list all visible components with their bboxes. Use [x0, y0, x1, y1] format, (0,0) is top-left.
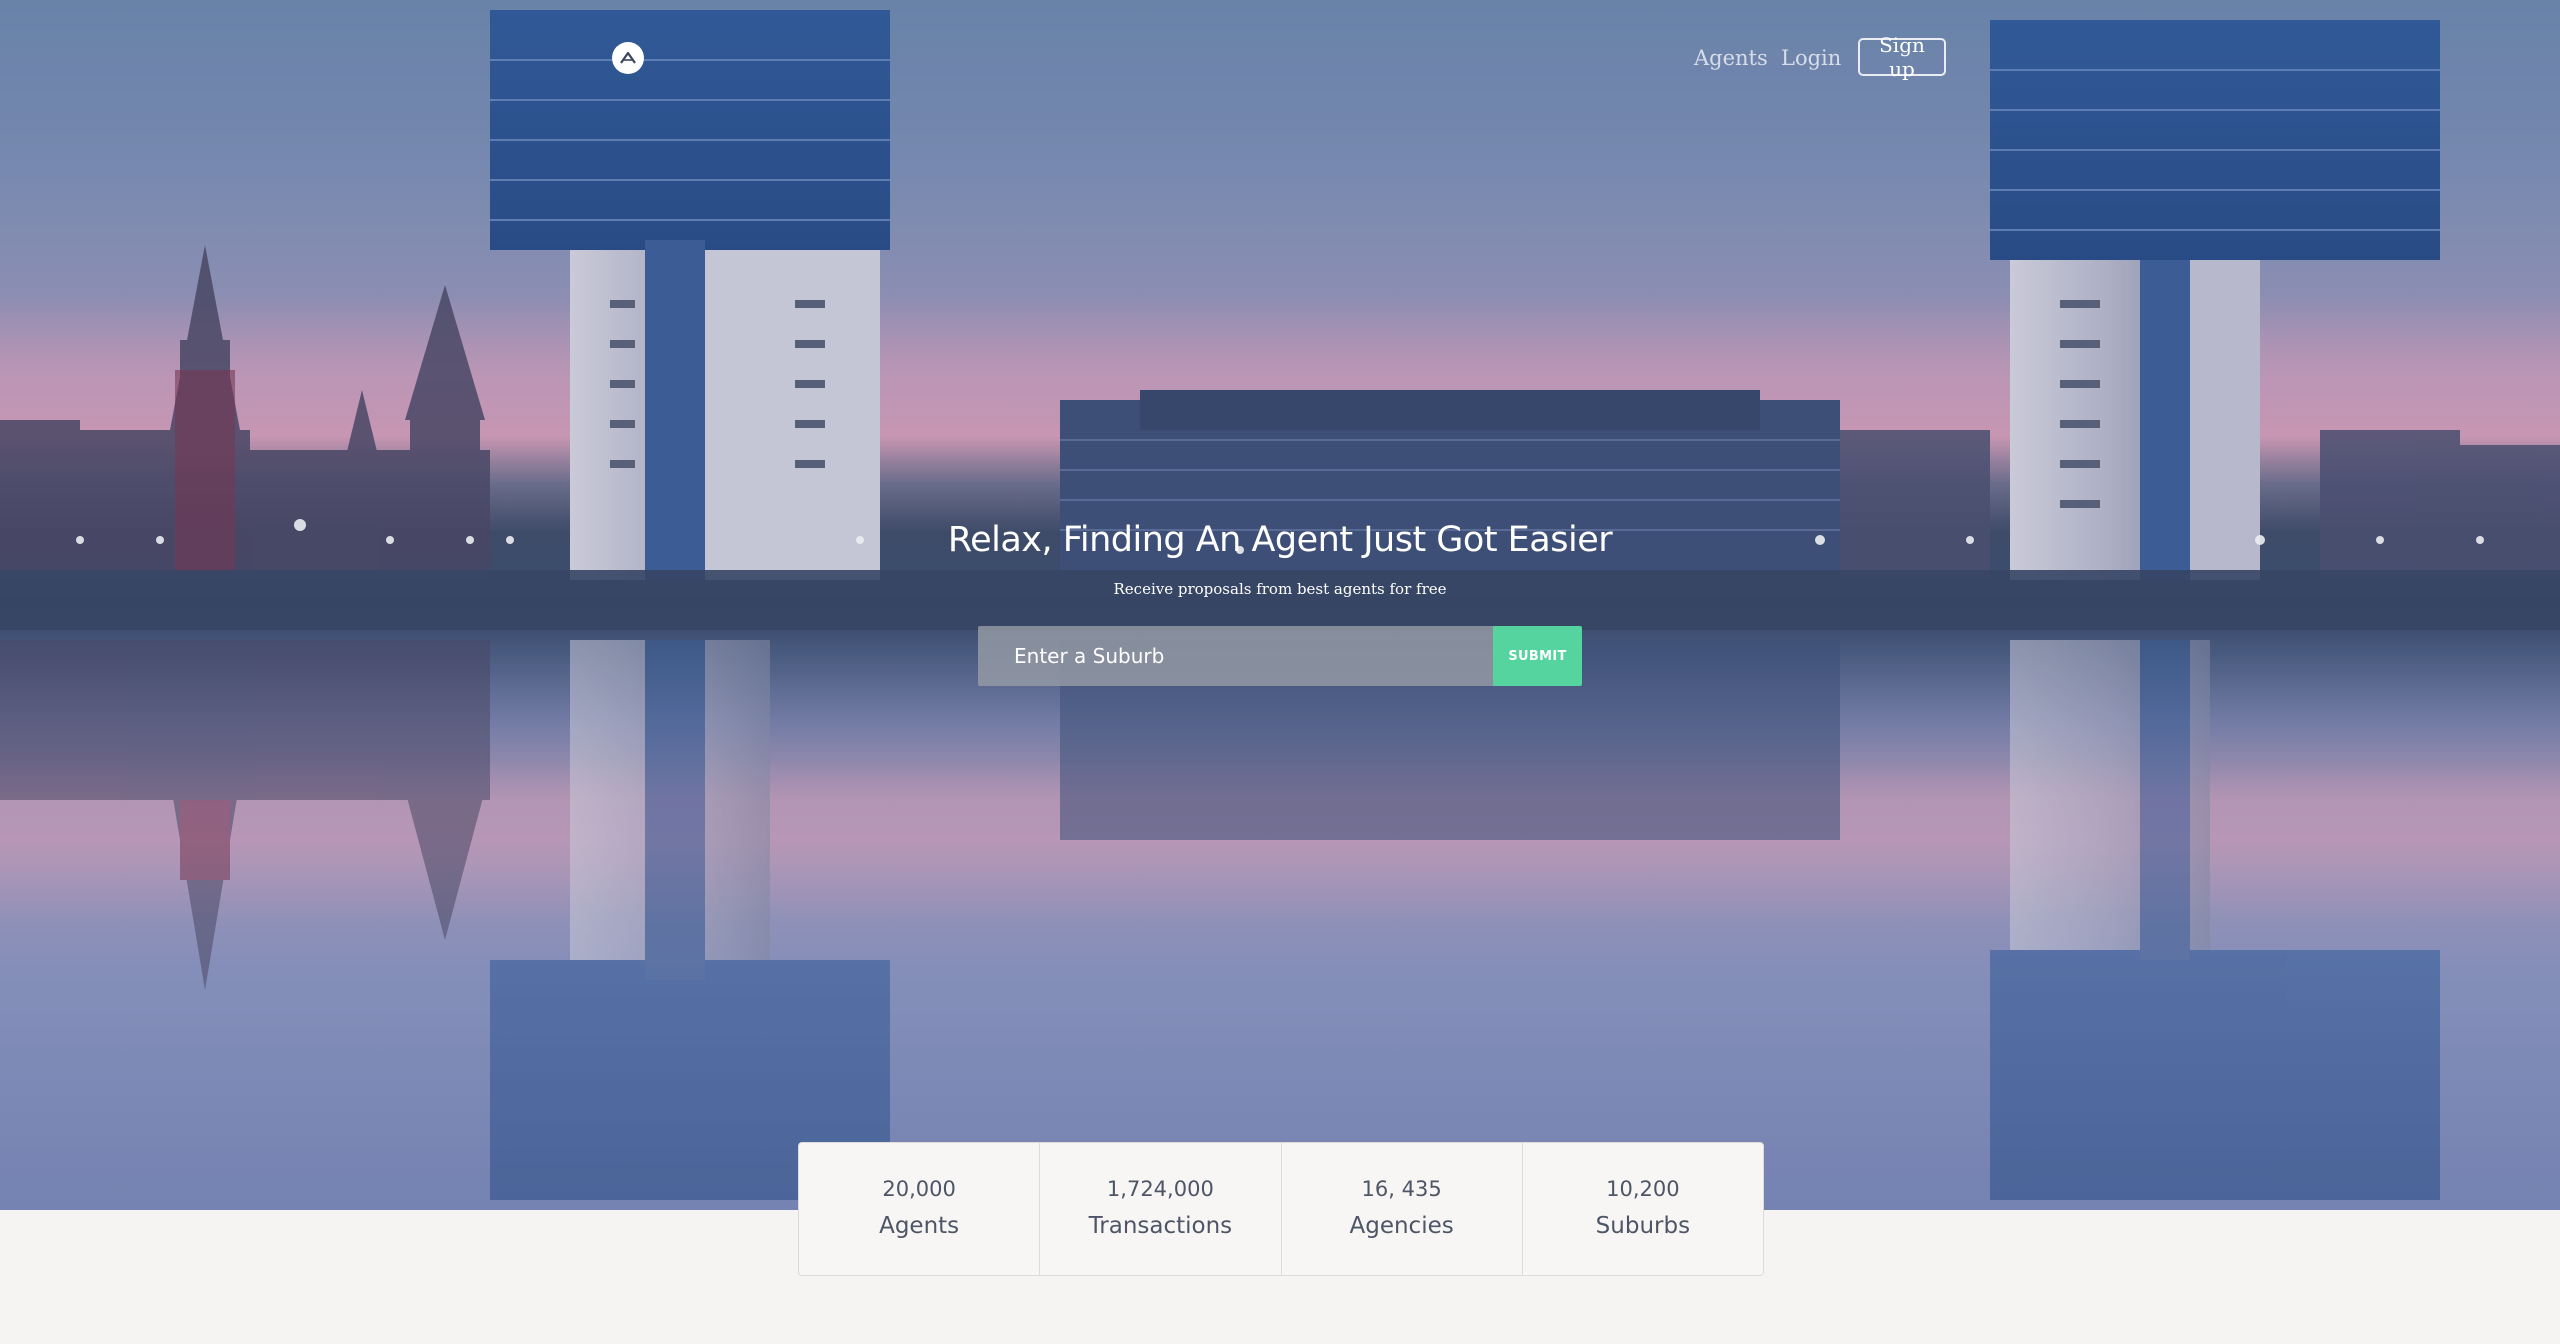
stat-label: Agencies [1349, 1213, 1454, 1239]
stat-suburbs: 10,200 Suburbs [1523, 1143, 1763, 1275]
stat-value: 20,000 [882, 1177, 956, 1201]
hero-subline: Receive proposals from best agents for f… [1113, 580, 1447, 598]
hero-headline: Relax, Finding An Agent Just Got Easier [947, 520, 1613, 560]
chevron-up-icon [620, 51, 636, 64]
suburb-search-input[interactable] [978, 626, 1493, 686]
stat-transactions: 1,724,000 Transactions [1040, 1143, 1282, 1275]
hero-section [0, 0, 2560, 1210]
stats-card: 20,000 Agents 1,724,000 Transactions 16,… [798, 1142, 1764, 1276]
stat-agents: 20,000 Agents [799, 1143, 1041, 1275]
stat-agencies: 16, 435 Agencies [1282, 1143, 1523, 1275]
stat-label: Transactions [1088, 1213, 1233, 1239]
suburb-search-form: SUBMIT [978, 626, 1582, 686]
submit-button[interactable]: SUBMIT [1493, 626, 1582, 686]
stat-value: 1,724,000 [1106, 1177, 1214, 1201]
signup-button[interactable]: Sign up [1858, 33, 1946, 81]
stat-label: Agents [879, 1213, 960, 1239]
hero-tint-overlay [0, 0, 2560, 1210]
nav-agents-link[interactable]: Agents [1694, 44, 1768, 72]
logo-icon[interactable] [612, 42, 644, 74]
nav-login-link[interactable]: Login [1781, 44, 1841, 72]
stat-value: 10,200 [1606, 1177, 1680, 1201]
stat-value: 16, 435 [1361, 1177, 1442, 1201]
stat-label: Suburbs [1595, 1213, 1691, 1239]
